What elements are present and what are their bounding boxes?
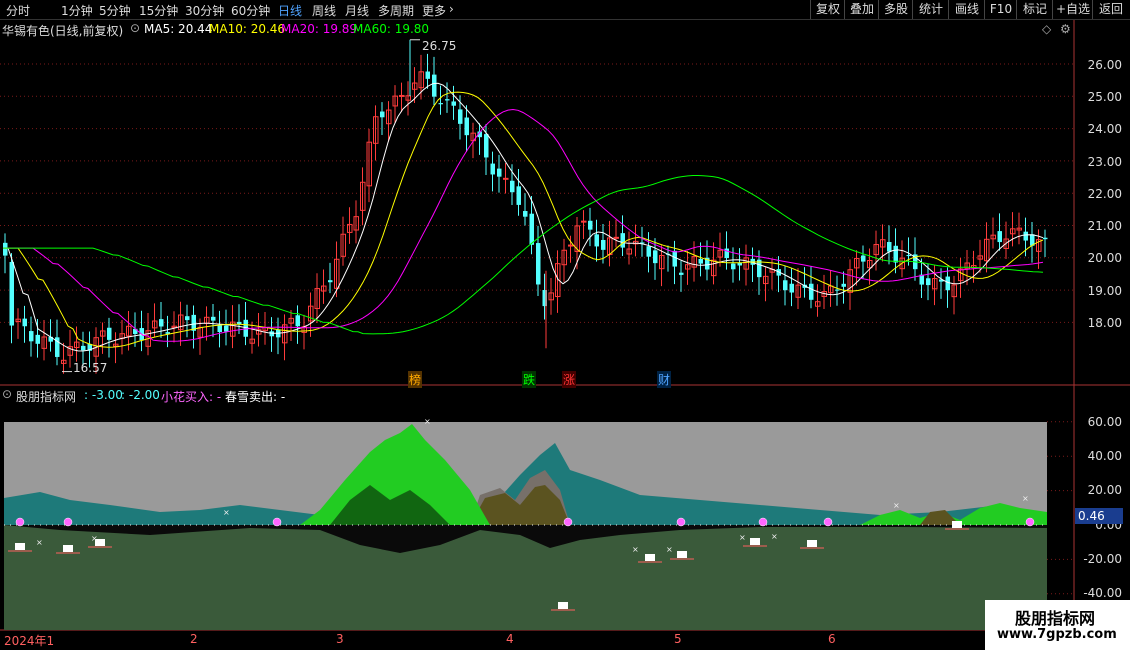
event-tag-zhang[interactable]: 涨 [562,371,577,388]
indicator-v2: : -2.00 [121,388,160,402]
svg-text:×: × [632,545,639,554]
price-chart[interactable]: × × × × × × × × × × [0,0,1130,650]
indicator-tick: 60.00 [1087,415,1122,429]
price-tick: 18.00 [1087,316,1122,330]
indicator-current-value: 0.46 [1075,508,1123,524]
indicator-tick: 20.00 [1087,483,1122,497]
svg-text:×: × [771,532,778,541]
indicator-tick: -20.00 [1083,552,1122,566]
svg-text:×: × [666,545,673,554]
price-tick: 25.00 [1087,90,1122,104]
event-tag-die[interactable]: 跌 [522,371,537,388]
buy-signal-label: 小花买入: - [161,390,222,404]
indicator-v1: : -3.00 [84,388,123,402]
x-axis-label: 5 [674,632,682,646]
event-tag-cai[interactable]: 财 [657,371,672,388]
svg-text:×: × [893,501,900,510]
price-tick: 19.00 [1087,284,1122,298]
svg-text:×: × [1022,494,1029,503]
watermark-url: www.7gpzb.com [997,627,1117,642]
watermark-logo: 股朋指标网 www.7gpzb.com [985,600,1130,650]
indicator-tick: 40.00 [1087,449,1122,463]
svg-text:×: × [223,508,230,517]
x-axis-label: 2 [190,632,198,646]
event-tag-bang[interactable]: 榜 [408,371,423,388]
svg-text:×: × [739,533,746,542]
x-axis-label: 3 [336,632,344,646]
watermark-title: 股朋指标网 [1015,609,1096,628]
price-tick: 22.00 [1087,187,1122,201]
x-axis-label: 6 [828,632,836,646]
svg-text:×: × [91,534,98,543]
indicator-name: 股朋指标网 [16,390,77,404]
indicator-tick: -40.00 [1083,586,1122,600]
high-price-label: 26.75 [422,39,457,53]
sell-signal-label: 春雪卖出: - [225,390,286,404]
price-tick: 21.00 [1087,219,1122,233]
svg-text:×: × [424,417,431,426]
indicator-settings-icon[interactable]: ⊙ [2,387,12,401]
x-axis-label: 4 [506,632,514,646]
price-tick: 20.00 [1087,251,1122,265]
price-tick: 23.00 [1087,155,1122,169]
low-price-label: 16.57 [73,361,108,375]
svg-text:×: × [36,538,43,547]
price-tick: 26.00 [1087,58,1122,72]
price-tick: 24.00 [1087,122,1122,136]
x-axis-label: 2024年1 [4,634,55,648]
